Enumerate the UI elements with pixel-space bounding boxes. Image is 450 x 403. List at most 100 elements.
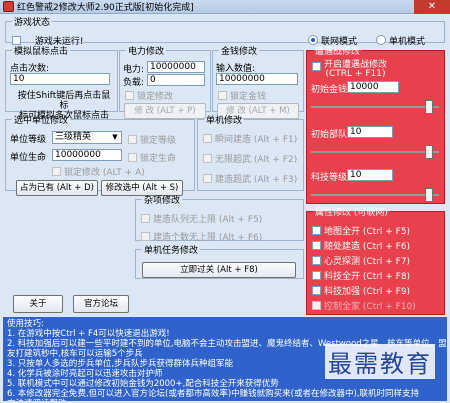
unit-mod-item-1: 无限超武 (Alt + F2): [215, 155, 298, 165]
checkbox-icon: [128, 153, 137, 162]
checkbox-icon: [141, 232, 150, 241]
attr-mod-item-label: 科技全开 (Ctrl + F8): [324, 272, 411, 282]
power-group: 电力修改 电力: 10000000 负载: 0 锁定修改 修 改 (ALT + …: [119, 44, 211, 119]
unit-mod-item-2: 建造超武 (Alt + F3): [215, 175, 298, 185]
attr-mod-item-label: 科技加强 (Ctrl + F9): [324, 287, 411, 297]
build-superweapon-checkbox[interactable]: 建造超武 (Alt + F3): [203, 172, 297, 185]
selected-unit-group: 选中单位修改 单位等级 三级精英 ▼ 锁定等级 单位生命 10000000 锁定…: [5, 113, 195, 196]
attr-mod-item-4[interactable]: 科技加强 (Ctrl + F9): [312, 284, 410, 297]
instant-build-checkbox[interactable]: 瞬间建造 (Alt + F1): [203, 132, 297, 145]
unit-level-value: 三级精英: [55, 132, 92, 142]
unlimited-superweapon-checkbox[interactable]: 无限超武 (Alt + F2): [203, 152, 297, 165]
power-lock-checkbox[interactable]: 锁定修改: [125, 89, 173, 102]
initial-money-input[interactable]: 10000: [347, 81, 399, 93]
app-icon: [3, 1, 14, 12]
click-count-input[interactable]: 10: [10, 73, 110, 85]
misc-item-0: 建造队列无上限 (Alt + F5): [153, 215, 263, 225]
misc-legend: 杂项修改: [144, 196, 181, 206]
take-ownership-button[interactable]: 占为已有 (Alt + D): [16, 180, 98, 196]
checkbox-icon: [312, 301, 321, 310]
close-button[interactable]: ✕: [414, 0, 450, 14]
game-status-group: 游戏状态 游戏未运行! 联网模式 单机模式: [5, 15, 445, 47]
checkbox-icon: [203, 154, 212, 163]
unit-invincible-label: 锁定修改 (ALT + A): [64, 168, 145, 178]
load-label: 负载:: [123, 78, 145, 88]
game-status-legend: 游戏状态: [14, 18, 51, 28]
attr-mod-legend: 属性修改 (可联网): [315, 208, 388, 218]
unit-hp-input[interactable]: 10000000: [52, 149, 122, 161]
money-lock-checkbox[interactable]: 锁定金钱: [218, 89, 266, 102]
count-unlimited-checkbox[interactable]: 建造个数无上限 (Alt + F6): [141, 230, 262, 243]
unit-level-select[interactable]: 三级精英 ▼: [52, 131, 122, 144]
tips-line: 6. 本修改器完全免费,但可以进入官方论坛(或者都市高效率)中赚钱就购买来(或者…: [7, 389, 419, 399]
tips-line: 5. 联机模式中可以通过修改初始金钱为2000+,配合科技全开来获得优势: [7, 379, 279, 389]
mouse-click-legend: 模拟鼠标点击: [14, 47, 69, 57]
checkbox-icon: [203, 174, 212, 183]
checkbox-icon: [52, 167, 61, 176]
slider-thumb[interactable]: [425, 100, 433, 114]
unit-level-lock-label: 锁定等级: [140, 136, 177, 146]
power-lock-label: 锁定修改: [137, 92, 174, 102]
money-input[interactable]: 10000000: [216, 73, 298, 85]
initial-money-label: 初始金钱: [311, 85, 348, 95]
selected-unit-legend: 选中单位修改: [14, 116, 69, 126]
unit-level-lock-checkbox[interactable]: 锁定等级: [128, 133, 176, 146]
attr-mod-item-label: 地图全开 (Ctrl + F5): [324, 227, 411, 237]
load-input[interactable]: 0: [147, 74, 205, 86]
money-lock-label: 锁定金钱: [230, 92, 267, 102]
initial-units-slider[interactable]: [311, 145, 439, 159]
watermark: 最需教育: [325, 344, 435, 379]
checkbox-icon: [312, 226, 321, 235]
attr-mod-item-5[interactable]: 控制全家 (Ctrl + F10): [312, 299, 416, 312]
misc-item-1: 建造个数无上限 (Alt + F6): [153, 233, 263, 243]
slider-thumb[interactable]: [425, 145, 433, 159]
unit-hp-lock-label: 锁定生命: [140, 154, 177, 164]
attr-mod-item-3[interactable]: 科技全开 (Ctrl + F8): [312, 269, 410, 282]
unit-invincible-checkbox[interactable]: 锁定修改 (ALT + A): [52, 165, 145, 178]
unit-mod-legend: 单机修改: [206, 116, 243, 126]
checkbox-icon: [218, 91, 227, 100]
slider-thumb[interactable]: [425, 188, 433, 202]
tech-level-slider[interactable]: [311, 188, 439, 202]
power-legend: 电力修改: [128, 47, 165, 57]
attr-mod-group: 属性修改 (可联网) 地图全开 (Ctrl + F5) 随处建造 (Ctrl + …: [306, 205, 445, 315]
attr-mod-item-label: 控制全家 (Ctrl + F10): [324, 302, 416, 312]
battle-enable-checkbox[interactable]: 开启遭遇战修改 (CTRL + F11): [312, 61, 387, 79]
tips-line: 1. 在游戏中按Ctrl + F4可以快速退出游戏!: [7, 329, 170, 339]
unit-hp-lock-checkbox[interactable]: 锁定生命: [128, 151, 176, 164]
checkbox-icon: [125, 91, 134, 100]
tech-level-label: 科技等级: [311, 173, 348, 183]
checkbox-icon: [312, 286, 321, 295]
forum-button[interactable]: 官方论坛: [73, 295, 129, 313]
attr-mod-item-2[interactable]: 心灵探测 (Ctrl + F7): [312, 254, 410, 267]
checkbox-icon: [141, 214, 150, 223]
unit-mod-item-0: 瞬间建造 (Alt + F1): [215, 135, 298, 145]
power-label: 电力:: [123, 65, 145, 75]
attr-mod-item-0[interactable]: 地图全开 (Ctrl + F5): [312, 224, 410, 237]
checkbox-icon: [312, 271, 321, 280]
single-task-group: 单机任务修改 立即过关 (Alt + F8): [135, 243, 304, 279]
attr-mod-item-label: 随处建造 (Ctrl + F6): [324, 242, 411, 252]
initial-units-label: 初始部队: [311, 130, 348, 140]
initial-money-slider[interactable]: [311, 100, 439, 114]
money-legend: 金钱修改: [221, 47, 258, 57]
attr-mod-item-1[interactable]: 随处建造 (Ctrl + F6): [312, 239, 410, 252]
pass-level-button[interactable]: 立即过关 (Alt + F8): [142, 262, 296, 278]
about-button[interactable]: 关于: [13, 295, 63, 313]
queue-unlimited-checkbox[interactable]: 建造队列无上限 (Alt + F5): [141, 212, 262, 225]
chevron-down-icon: ▼: [112, 133, 118, 141]
tips-line: 方法请阅读帮助: [7, 399, 443, 401]
battle-mod-legend: 遭遇战修改: [315, 47, 361, 57]
checkbox-icon: [203, 134, 212, 143]
power-input[interactable]: 10000000: [147, 61, 205, 73]
checkbox-icon: [312, 62, 321, 71]
battle-enable-label: 开启遭遇战修改 (CTRL + F11): [324, 60, 388, 79]
checkbox-icon: [312, 241, 321, 250]
checkbox-icon: [128, 135, 137, 144]
tips-title: 使用技巧:: [7, 319, 44, 329]
main-panel: 游戏状态 游戏未运行! 联网模式 单机模式 模拟鼠标点击 点击次数: 10 按住…: [3, 15, 447, 401]
money-group: 金钱修改 输入数值: 10000000 锁定金钱 修 改 (ALT + M): [212, 44, 304, 119]
mouse-click-group: 模拟鼠标点击 点击次数: 10 按住Shift键后再点击鼠标 标可模拟多次鼠标点…: [5, 44, 118, 121]
initial-units-input[interactable]: 10: [347, 126, 393, 138]
tech-level-input[interactable]: 10: [347, 169, 393, 181]
